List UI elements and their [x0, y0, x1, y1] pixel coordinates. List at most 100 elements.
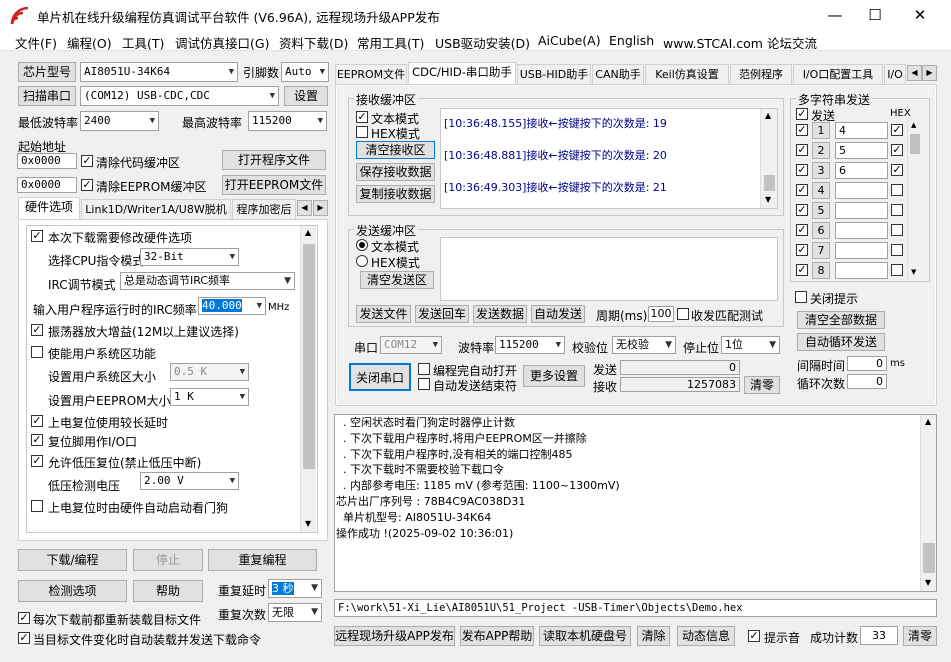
tab-scroll-left-icon[interactable]: ◀: [907, 65, 922, 81]
send-text-mode-radio[interactable]: [356, 239, 368, 251]
multi-string-input-2[interactable]: 5: [835, 142, 888, 159]
multi-string-input-7[interactable]: [835, 242, 888, 259]
menu-file[interactable]: 文件(F): [15, 33, 57, 52]
publish-help-button[interactable]: 发布APP帮助: [460, 626, 534, 646]
max-baud-select[interactable]: 115200 ▼: [248, 111, 327, 131]
close-tip-checkbox[interactable]: [795, 291, 807, 303]
port-select[interactable]: (COM12) USB-CDC,CDC ▼: [80, 86, 279, 106]
stop-bit-select[interactable]: 1位 ▼: [721, 336, 780, 354]
scroll-up-icon[interactable]: ▲: [305, 228, 311, 237]
reset-io-checkbox[interactable]: [31, 434, 43, 446]
multi-string-input-4[interactable]: [835, 182, 888, 199]
tab-serial-assistant[interactable]: CDC/HID-串口助手: [408, 62, 516, 84]
tab-program-encryption[interactable]: 程序加密后: [232, 199, 296, 219]
multi-send-checkbox-4[interactable]: [796, 184, 808, 196]
multi-send-button-5[interactable]: 5: [812, 202, 830, 219]
read-disk-id-button[interactable]: 读取本机硬盘号: [539, 626, 631, 646]
baud-select[interactable]: 115200 ▼: [495, 336, 565, 354]
copy-receive-button[interactable]: 复制接收数据: [356, 185, 435, 203]
send-data-button[interactable]: 发送数据: [473, 305, 527, 323]
beep-checkbox[interactable]: [748, 630, 760, 642]
multi-scrollbar[interactable]: ▲ ▼: [907, 120, 921, 280]
stop-button[interactable]: 停止: [133, 549, 203, 571]
scroll-up-icon[interactable]: ▲: [765, 111, 771, 120]
tab-can[interactable]: CAN助手: [592, 64, 644, 84]
scroll-thumb[interactable]: [910, 134, 920, 154]
chip-model-button[interactable]: 芯片型号: [18, 62, 76, 82]
multi-send-button-8[interactable]: 8: [812, 262, 830, 279]
send-file-button[interactable]: 发送文件: [356, 305, 411, 323]
parity-select[interactable]: 无校验 ▼: [612, 336, 676, 354]
irc-mode-select[interactable]: 总是动态调节IRC频率 ▼: [120, 272, 295, 290]
auto-end-checkbox[interactable]: [418, 378, 430, 390]
sys-area-checkbox[interactable]: [31, 346, 43, 358]
menu-forum[interactable]: www.STCAI.com 论坛交流: [663, 33, 817, 52]
irc-freq-select[interactable]: 40.000 ▼: [198, 297, 266, 315]
match-test-checkbox[interactable]: [677, 308, 689, 320]
multi-string-input-5[interactable]: [835, 202, 888, 219]
multi-send-button-2[interactable]: 2: [812, 142, 830, 159]
auto-send-button[interactable]: 自动发送: [531, 305, 585, 323]
multi-send-checkbox-7[interactable]: [796, 244, 808, 256]
hw-options-scrollbar[interactable]: ▲ ▼: [300, 226, 316, 532]
clear-receive-button[interactable]: 清空接收区: [356, 141, 435, 159]
cpu-mode-select[interactable]: 32-Bit ▼: [140, 248, 239, 266]
multi-string-input-3[interactable]: 6: [835, 162, 888, 179]
multi-send-button-1[interactable]: 1: [812, 122, 830, 139]
clear-code-checkbox[interactable]: [81, 155, 93, 167]
tab-scroll-left-icon[interactable]: ◀: [297, 200, 312, 216]
modify-hw-checkbox[interactable]: [31, 230, 43, 242]
tab-offline-programmer[interactable]: Link1D/Writer1A/U8W脱机: [81, 199, 231, 219]
tab-scroll-right-icon[interactable]: ▶: [313, 200, 328, 216]
tab-io-more[interactable]: I/O: [884, 64, 906, 84]
tab-keil-sim[interactable]: Keil仿真设置: [645, 64, 729, 84]
scroll-thumb[interactable]: [764, 175, 775, 191]
scan-port-button[interactable]: 扫描串口: [18, 86, 76, 106]
menu-downloads[interactable]: 资料下载(D): [279, 33, 348, 52]
multi-string-input-6[interactable]: [835, 222, 888, 239]
interval-input[interactable]: 0: [847, 356, 887, 371]
remote-publish-button[interactable]: 远程现场升级APP发布: [334, 626, 455, 646]
repeat-delay-select[interactable]: 3 秒 ▼: [268, 579, 322, 598]
menu-english[interactable]: English: [609, 33, 654, 48]
multi-hex-checkbox-4[interactable]: [891, 184, 903, 196]
scroll-down-icon[interactable]: ▼: [911, 268, 916, 276]
wdt-checkbox[interactable]: [31, 500, 43, 512]
dynamic-info-button[interactable]: 动态信息: [677, 626, 735, 646]
eeprom-size-select[interactable]: 1 K ▼: [170, 388, 249, 406]
menu-usb-driver[interactable]: USB驱动安装(D): [435, 33, 530, 52]
multi-send-all-checkbox[interactable]: [796, 108, 808, 120]
save-receive-button[interactable]: 保存接收数据: [356, 163, 435, 181]
multi-send-checkbox-6[interactable]: [796, 224, 808, 236]
more-settings-button[interactable]: 更多设置: [523, 365, 585, 387]
scroll-up-icon[interactable]: ▲: [911, 121, 916, 129]
reset-count-button[interactable]: 清零: [903, 626, 937, 646]
auto-reload-checkbox[interactable]: [18, 632, 30, 644]
multi-send-button-6[interactable]: 6: [812, 222, 830, 239]
recv-hex-mode-checkbox[interactable]: [356, 126, 368, 138]
multi-send-checkbox-2[interactable]: [796, 144, 808, 156]
menu-aicube[interactable]: AiCube(A): [538, 33, 601, 48]
multi-hex-checkbox-7[interactable]: [891, 244, 903, 256]
multi-hex-checkbox-6[interactable]: [891, 224, 903, 236]
multi-string-input-1[interactable]: 4: [835, 122, 888, 139]
multi-send-checkbox-8[interactable]: [796, 264, 808, 276]
code-start-address-input[interactable]: 0x0000: [17, 153, 77, 169]
long-reset-checkbox[interactable]: [31, 415, 43, 427]
clear-eeprom-checkbox[interactable]: [81, 179, 93, 191]
open-program-file-button[interactable]: 打开程序文件: [222, 150, 326, 170]
period-input[interactable]: 100: [648, 306, 674, 322]
multi-send-button-4[interactable]: 4: [812, 182, 830, 199]
scroll-down-icon[interactable]: ▼: [765, 195, 771, 204]
scroll-thumb[interactable]: [303, 244, 315, 469]
menu-common-tools[interactable]: 常用工具(T): [357, 33, 424, 52]
tab-io-config[interactable]: I/O口配置工具: [793, 64, 883, 84]
multi-hex-checkbox-8[interactable]: [891, 264, 903, 276]
pin-count-select[interactable]: Auto ▼: [281, 62, 329, 82]
reload-target-checkbox[interactable]: [18, 612, 30, 624]
close-button[interactable]: ✕: [897, 0, 943, 31]
low-volt-checkbox[interactable]: [31, 455, 43, 467]
loop-count-input[interactable]: 0: [847, 374, 887, 389]
multi-send-checkbox-5[interactable]: [796, 204, 808, 216]
multi-send-checkbox-3[interactable]: [796, 164, 808, 176]
